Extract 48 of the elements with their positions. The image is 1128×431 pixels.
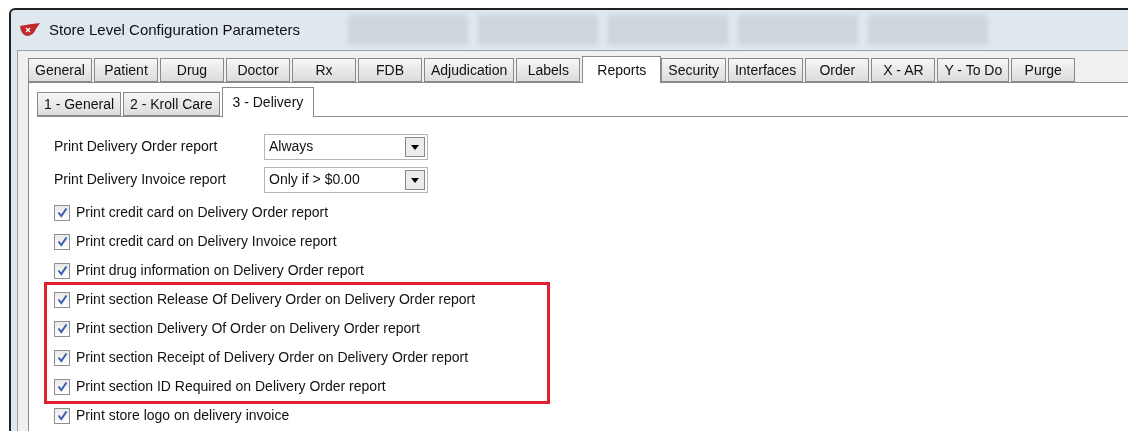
tab[interactable]: Adjudication bbox=[424, 58, 515, 82]
checkbox[interactable] bbox=[54, 291, 70, 308]
dropdown[interactable]: Always bbox=[264, 133, 428, 160]
tab[interactable]: Interfaces bbox=[727, 58, 804, 82]
dropdown[interactable]: Only if > $0.00 bbox=[264, 166, 428, 193]
window-title: Store Level Configuration Parameters bbox=[49, 19, 300, 40]
checkmark-icon bbox=[56, 352, 68, 363]
checkbox-label: Print drug information on Delivery Order report bbox=[76, 261, 364, 280]
checkmark-icon bbox=[56, 207, 68, 218]
checkmark-icon bbox=[56, 236, 68, 247]
dropdown-label: Print Delivery Order report bbox=[54, 137, 219, 156]
tab[interactable]: Labels bbox=[516, 58, 581, 82]
tab[interactable]: Security bbox=[661, 58, 726, 82]
tab[interactable]: FDB bbox=[358, 58, 422, 82]
tab[interactable]: General bbox=[28, 58, 92, 82]
checkbox[interactable] bbox=[54, 407, 70, 424]
tab[interactable]: Doctor bbox=[226, 58, 290, 82]
tab[interactable]: Y - To Do bbox=[937, 58, 1010, 82]
dropdown-label: Print Delivery Invoice report bbox=[54, 170, 227, 189]
checkmark-icon bbox=[56, 265, 68, 276]
checkbox[interactable] bbox=[54, 262, 70, 279]
checkbox[interactable] bbox=[54, 378, 70, 395]
checkmark-icon bbox=[56, 410, 68, 421]
checkbox-label: Print store logo on delivery invoice bbox=[76, 406, 290, 425]
tab[interactable]: Order bbox=[805, 58, 870, 82]
checkbox-label: Print credit card on Delivery Invoice report bbox=[76, 232, 337, 251]
checkbox[interactable] bbox=[54, 204, 70, 221]
tab[interactable]: Patient bbox=[94, 58, 158, 82]
tab[interactable]: Reports bbox=[582, 56, 662, 83]
checkmark-icon bbox=[56, 294, 68, 305]
subtab[interactable]: 2 - Kroll Care bbox=[123, 92, 220, 116]
checkbox-label: Print section Receipt of Delivery Order on Delivery Order report bbox=[76, 348, 469, 367]
checkbox-label: Print section Delivery Of Order on Delivery Order report bbox=[76, 319, 420, 338]
tab[interactable]: Drug bbox=[160, 58, 224, 82]
checkbox[interactable] bbox=[54, 233, 70, 250]
tab[interactable]: Purge bbox=[1011, 58, 1076, 82]
app-logo-icon bbox=[19, 23, 41, 37]
checkbox-label: Print section ID Required on Delivery Order report bbox=[76, 377, 386, 396]
tab[interactable]: X - AR bbox=[871, 58, 936, 82]
subtab[interactable]: 3 - Delivery bbox=[221, 87, 315, 117]
checkmark-icon bbox=[56, 323, 68, 334]
checkbox-label: Print credit card on Delivery Order report bbox=[76, 203, 329, 222]
subtab[interactable]: 1 - General bbox=[37, 92, 122, 116]
checkbox[interactable] bbox=[54, 320, 70, 337]
checkbox-label: Print section Release Of Delivery Order on Delivery Order report bbox=[76, 290, 476, 309]
checkmark-icon bbox=[56, 381, 68, 392]
checkbox[interactable] bbox=[54, 349, 70, 366]
tab[interactable]: Rx bbox=[292, 58, 356, 82]
